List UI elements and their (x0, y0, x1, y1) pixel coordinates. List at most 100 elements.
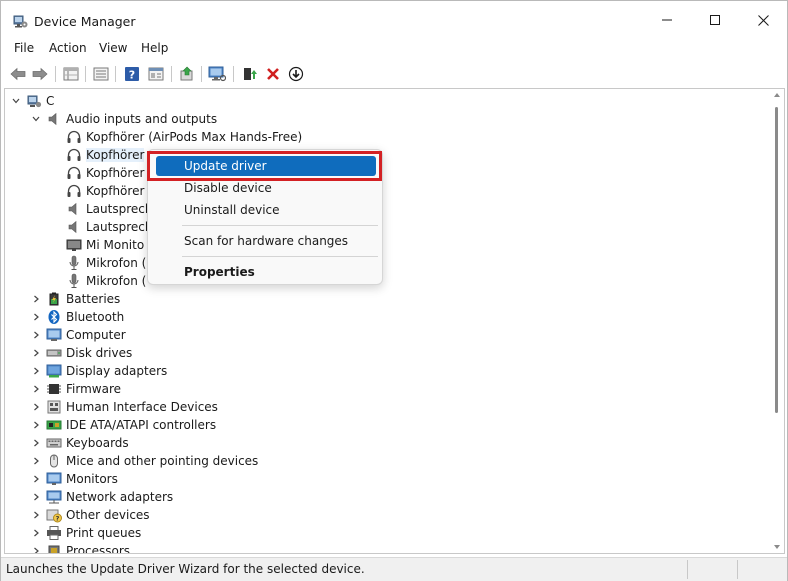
category-hid[interactable]: Human Interface Devices (30, 398, 218, 416)
device-item[interactable]: Kopfhörer (66, 182, 144, 200)
chevron-down-icon[interactable] (10, 95, 22, 107)
device-label: Mikrofon ( (86, 274, 147, 288)
chevron-right-icon[interactable] (30, 473, 42, 485)
back-arrow-icon[interactable] (8, 64, 28, 84)
menu-separator (182, 256, 378, 257)
help-icon[interactable]: ? (122, 64, 142, 84)
chevron-right-icon[interactable] (30, 365, 42, 377)
category-firmware[interactable]: Firmware (30, 380, 121, 398)
category-label: Print queues (66, 526, 142, 540)
category-audio-label: Audio inputs and outputs (66, 112, 218, 126)
chevron-right-icon[interactable] (30, 509, 42, 521)
unknown-device-icon: ? (46, 507, 62, 523)
keyboard-icon (46, 435, 62, 451)
category-computer[interactable]: Computer (30, 326, 126, 344)
device-item[interactable]: Kopfhörer (66, 164, 144, 182)
menu-view[interactable]: View (99, 41, 127, 55)
details-pane-icon[interactable] (146, 64, 166, 84)
chevron-right-icon[interactable] (30, 437, 42, 449)
speaker-icon (66, 219, 82, 235)
properties-grid-icon[interactable] (61, 64, 81, 84)
category-label: Firmware (66, 382, 121, 396)
title-bar[interactable]: Device Manager (1, 1, 787, 39)
menu-uninstall-device[interactable]: Uninstall device (156, 200, 376, 220)
list-view-icon[interactable] (91, 64, 111, 84)
chevron-right-icon[interactable] (30, 527, 42, 539)
category-label: Processors (66, 544, 131, 554)
update-driver-icon[interactable] (177, 64, 197, 84)
device-item[interactable]: Mi Monito (66, 236, 144, 254)
chevron-right-icon[interactable] (30, 455, 42, 467)
scroll-thumb[interactable] (775, 107, 778, 413)
category-other-devices[interactable]: ? Other devices (30, 506, 150, 524)
bluetooth-icon (46, 309, 62, 325)
device-item[interactable]: Mikrofon ( (66, 254, 146, 272)
scroll-down-arrow-icon[interactable] (774, 545, 780, 549)
category-print-queues[interactable]: Print queues (30, 524, 141, 542)
menu-action[interactable]: Action (49, 41, 87, 55)
menu-help[interactable]: Help (141, 41, 168, 55)
device-item-selected[interactable]: Kopfhörer (66, 146, 145, 164)
chevron-right-icon[interactable] (30, 545, 42, 553)
monitor-scan-icon[interactable] (207, 64, 227, 84)
menu-scan-hardware[interactable]: Scan for hardware changes (156, 231, 376, 251)
enable-device-icon[interactable] (240, 64, 260, 84)
menu-bar: File Action View Help (1, 39, 787, 59)
svg-text:?: ? (129, 69, 135, 82)
chevron-right-icon[interactable] (30, 329, 42, 341)
category-keyboards[interactable]: Keyboards (30, 434, 129, 452)
menu-properties[interactable]: Properties (156, 262, 376, 282)
device-item[interactable]: Kopfhörer (AirPods Max Hands-Free) (66, 128, 302, 146)
microphone-icon (66, 273, 82, 289)
battery-icon (46, 291, 62, 307)
category-batteries[interactable]: Batteries (30, 290, 120, 308)
chevron-right-icon[interactable] (30, 491, 42, 503)
uninstall-x-icon[interactable] (263, 64, 283, 84)
monitor-icon (66, 237, 82, 253)
device-tree[interactable]: C Audio inputs and outputs Kopfhörer (Ai… (4, 88, 785, 554)
chevron-right-icon[interactable] (30, 347, 42, 359)
category-display-adapters[interactable]: Display adapters (30, 362, 167, 380)
chevron-right-icon[interactable] (30, 401, 42, 413)
scroll-up-arrow-icon[interactable] (774, 93, 780, 97)
headphones-icon (66, 183, 82, 199)
menu-file[interactable]: File (14, 41, 34, 55)
monitor-icon (46, 471, 62, 487)
vertical-scrollbar[interactable] (771, 89, 783, 553)
chevron-right-icon[interactable] (30, 311, 42, 323)
category-label: IDE ATA/ATAPI controllers (66, 418, 217, 432)
category-label: Keyboards (66, 436, 129, 450)
microphone-icon (66, 255, 82, 271)
download-driver-icon[interactable] (286, 64, 306, 84)
toolbar: ? (1, 61, 787, 87)
device-item[interactable]: Lautsprech (66, 200, 152, 218)
device-item[interactable]: Mikrofon ( (66, 272, 146, 290)
tree-root[interactable]: C (10, 92, 54, 110)
chevron-right-icon[interactable] (30, 293, 42, 305)
category-label: Bluetooth (66, 310, 125, 324)
category-processors[interactable]: Processors (30, 542, 131, 554)
close-button[interactable] (739, 1, 787, 39)
menu-separator (182, 225, 378, 226)
category-network-adapters[interactable]: Network adapters (30, 488, 173, 506)
category-audio[interactable]: Audio inputs and outputs (30, 110, 217, 128)
category-monitors[interactable]: Monitors (30, 470, 118, 488)
headphones-icon (66, 165, 82, 181)
category-mice[interactable]: Mice and other pointing devices (30, 452, 258, 470)
device-item[interactable]: Lautsprech (66, 218, 152, 236)
category-label: Monitors (66, 472, 118, 486)
menu-disable-device[interactable]: Disable device (156, 178, 376, 198)
category-label: Network adapters (66, 490, 174, 504)
maximize-button[interactable] (691, 1, 739, 39)
chevron-right-icon[interactable] (30, 383, 42, 395)
forward-arrow-icon[interactable] (30, 64, 50, 84)
device-label: Kopfhörer (86, 184, 145, 198)
minimize-button[interactable] (643, 1, 691, 39)
chevron-down-icon[interactable] (30, 113, 42, 125)
category-disk-drives[interactable]: Disk drives (30, 344, 132, 362)
chevron-right-icon[interactable] (30, 419, 42, 431)
category-ide-ata[interactable]: IDE ATA/ATAPI controllers (30, 416, 216, 434)
tree-root-label: C (46, 94, 55, 108)
category-bluetooth[interactable]: Bluetooth (30, 308, 124, 326)
device-manager-app-icon (12, 13, 28, 29)
